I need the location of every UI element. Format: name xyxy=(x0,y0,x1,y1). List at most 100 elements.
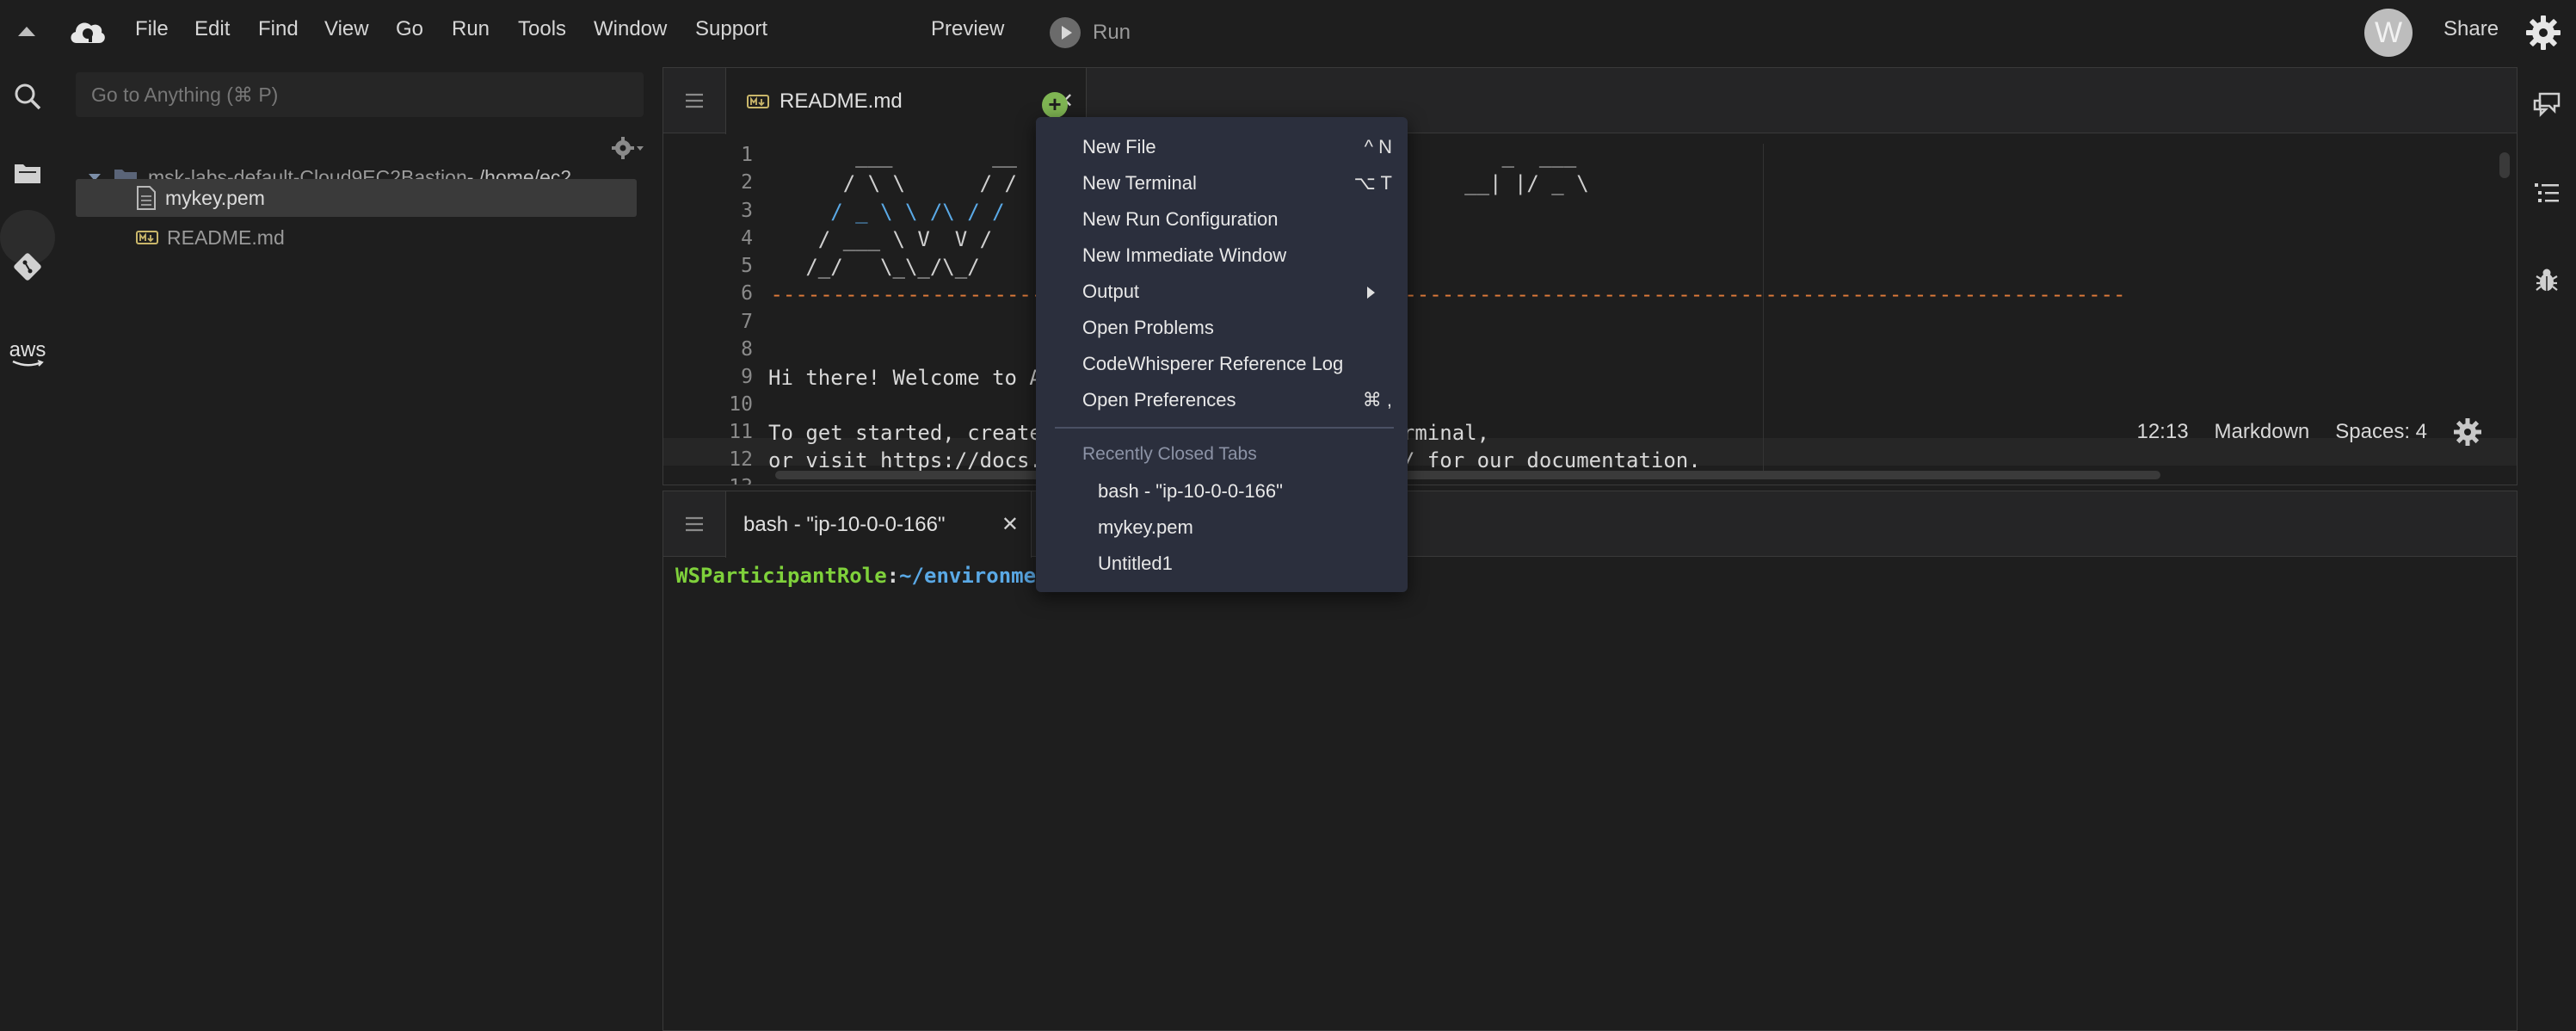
tab-title: bash - "ip-10-0-0-166" xyxy=(743,512,946,536)
menu-item-label: New Run Configuration xyxy=(1082,208,1279,230)
git-icon[interactable] xyxy=(0,239,55,294)
tab-title: README.md xyxy=(780,89,903,113)
language-mode[interactable]: Markdown xyxy=(2215,420,2310,444)
play-icon xyxy=(1050,17,1081,48)
print-margin xyxy=(1763,144,1764,471)
menu-file[interactable]: File xyxy=(135,17,169,41)
tree-file-mykey[interactable]: mykey.pem xyxy=(76,179,637,217)
menu-support[interactable]: Support xyxy=(695,17,767,41)
markdown-icon xyxy=(136,231,158,244)
file-icon xyxy=(137,186,156,210)
line-number: 10 xyxy=(729,393,753,416)
run-button[interactable]: Run xyxy=(1050,15,1153,50)
tab-readme[interactable]: README.md ✕ xyxy=(725,68,1087,134)
files-icon[interactable] xyxy=(0,145,55,200)
menu-window[interactable]: Window xyxy=(594,17,667,41)
menu-edit[interactable]: Edit xyxy=(194,17,230,41)
line-number: 12 xyxy=(729,448,753,471)
menu-item-label: Open Preferences xyxy=(1082,389,1236,411)
menu-item-label: New Terminal xyxy=(1082,172,1197,194)
gear-icon[interactable] xyxy=(2453,417,2482,447)
new-tab-dropdown-menu: New File ^ N New Terminal ⌥ T New Run Co… xyxy=(1036,117,1408,592)
close-icon[interactable]: ✕ xyxy=(1001,512,1019,537)
menu-item-label: CodeWhisperer Reference Log xyxy=(1082,353,1344,374)
search-icon[interactable] xyxy=(0,69,55,124)
hamburger-icon[interactable] xyxy=(663,491,725,557)
horizontal-scrollbar[interactable] xyxy=(775,471,2160,479)
chevron-right-icon xyxy=(1367,287,1375,299)
menu-item-label: Output xyxy=(1082,281,1140,302)
line-number: 8 xyxy=(741,338,753,361)
menu-run[interactable]: Run xyxy=(452,17,490,41)
line-number: 6 xyxy=(741,282,753,305)
line-number: 4 xyxy=(741,227,753,250)
menu-item-codewhisperer-reference-log[interactable]: CodeWhisperer Reference Log xyxy=(1082,353,1392,375)
prompt-role: WSParticipantRole xyxy=(675,564,887,588)
menu-item-new-terminal[interactable]: New Terminal ⌥ T xyxy=(1082,172,1392,194)
terminal-tab-bar: bash - "ip-10-0-0-166" ✕ xyxy=(663,491,2517,558)
code-line-6: ----------------------------------------… xyxy=(758,282,2126,306)
terminal-prompt[interactable]: WSParticipantRole:~/environment xyxy=(675,564,1061,588)
tab-bash[interactable]: bash - "ip-10-0-0-166" ✕ xyxy=(725,491,1032,558)
menu-item-output[interactable]: Output xyxy=(1082,281,1392,305)
run-label: Run xyxy=(1093,21,1131,44)
gear-icon[interactable] xyxy=(2524,14,2562,52)
aws-logo[interactable]: aws xyxy=(0,327,55,382)
prompt-separator: : xyxy=(886,564,900,588)
menu-item-label: Open Problems xyxy=(1082,317,1214,338)
file-name: README.md xyxy=(167,225,285,249)
collapse-arrow-icon[interactable] xyxy=(15,22,38,40)
menu-view[interactable]: View xyxy=(324,17,369,41)
menu-item-open-preferences[interactable]: Open Preferences ⌘ , xyxy=(1082,389,1392,411)
chat-icon[interactable] xyxy=(2519,77,2574,133)
goto-anything-input[interactable]: Go to Anything (⌘ P) xyxy=(76,72,644,117)
share-button[interactable]: Share xyxy=(2444,17,2499,41)
file-explorer: Go to Anything (⌘ P) msk-labs-default-Cl… xyxy=(55,65,645,1031)
hamburger-icon[interactable] xyxy=(663,68,725,133)
activity-rail: aws xyxy=(0,65,55,1031)
outline-icon[interactable] xyxy=(2519,165,2574,220)
menu-find[interactable]: Find xyxy=(258,17,299,41)
line-number: 11 xyxy=(729,421,753,443)
menu-bar: File Edit Find View Go Run Tools Window … xyxy=(0,0,2576,65)
menu-item-shortcut: ^ N xyxy=(1364,136,1392,157)
indentation-setting[interactable]: Spaces: 4 xyxy=(2335,420,2427,444)
debug-icon[interactable] xyxy=(2519,253,2574,308)
tree-file-readme[interactable]: README.md xyxy=(76,219,637,256)
recent-tab-mykey[interactable]: mykey.pem xyxy=(1098,516,1193,539)
menu-go[interactable]: Go xyxy=(396,17,423,41)
markdown-icon xyxy=(747,94,769,108)
menu-item-shortcut: ⌥ T xyxy=(1353,172,1392,194)
menu-item-shortcut: ⌘ , xyxy=(1362,389,1392,411)
plus-icon[interactable]: + xyxy=(1042,92,1068,118)
terminal-panel: bash - "ip-10-0-0-166" ✕ WSParticipantRo… xyxy=(662,491,2517,1031)
line-number: 1 xyxy=(741,144,753,166)
menu-item-new-run-configuration[interactable]: New Run Configuration xyxy=(1082,208,1392,231)
menu-item-open-problems[interactable]: Open Problems xyxy=(1082,317,1392,339)
line-number: 7 xyxy=(741,311,753,333)
vertical-scrollbar[interactable] xyxy=(2499,152,2510,178)
line-number: 3 xyxy=(741,200,753,222)
recent-tab-bash[interactable]: bash - "ip-10-0-0-166" xyxy=(1098,480,1283,503)
preview-button[interactable]: Preview xyxy=(931,17,1004,41)
menu-item-label: New File xyxy=(1082,136,1156,157)
menu-item-new-file[interactable]: New File ^ N xyxy=(1082,136,1392,158)
recent-tab-untitled1[interactable]: Untitled1 xyxy=(1098,553,1173,575)
aws-label: aws xyxy=(9,338,46,361)
file-name: mykey.pem xyxy=(165,186,265,209)
menu-divider xyxy=(1055,427,1394,429)
editor-status-bar: 12:13 Markdown Spaces: 4 xyxy=(2136,417,2482,447)
explorer-settings-gear-icon[interactable] xyxy=(611,134,645,162)
avatar[interactable]: W xyxy=(2364,9,2413,57)
line-number: 5 xyxy=(741,255,753,277)
editor-tab-bar: README.md ✕ + xyxy=(663,68,2517,134)
recently-closed-header: Recently Closed Tabs xyxy=(1082,444,1257,464)
cloud9-logo-icon[interactable] xyxy=(67,15,107,48)
menu-tools[interactable]: Tools xyxy=(518,17,566,41)
line-number: 2 xyxy=(741,171,753,194)
line-number: 9 xyxy=(741,366,753,388)
cursor-position[interactable]: 12:13 xyxy=(2136,420,2188,444)
right-rail xyxy=(2517,65,2576,1031)
menu-item-new-immediate-window[interactable]: New Immediate Window xyxy=(1082,244,1392,267)
line-number: 13 xyxy=(698,476,753,485)
